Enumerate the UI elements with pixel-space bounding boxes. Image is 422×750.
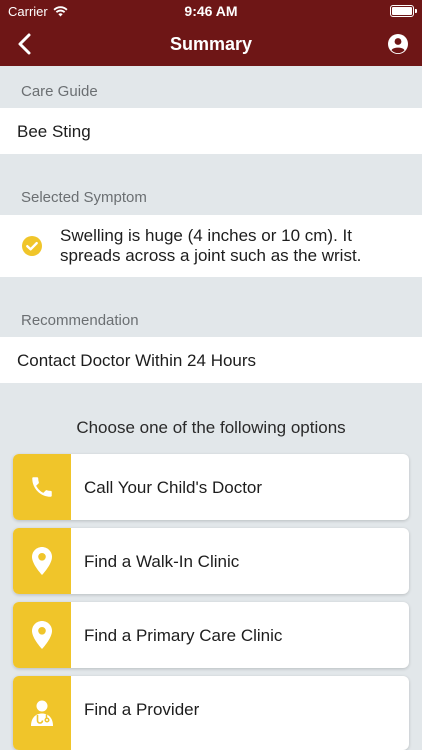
find-provider-button[interactable]: Find a Provider	[13, 676, 409, 750]
recommendation-value: Contact Doctor Within 24 Hours	[17, 351, 257, 370]
recommendation-header: Recommendation	[21, 312, 139, 329]
selected-symptom-row: Swelling is huge (4 inches or 10 cm). It…	[0, 215, 422, 277]
call-doctor-label: Call Your Child's Doctor	[84, 478, 263, 497]
profile-icon[interactable]	[386, 32, 410, 56]
care-guide-value: Bee Sting	[17, 122, 91, 141]
symptom-text-line-2: spreads across a joint such as the wrist…	[60, 246, 362, 265]
options-prompt: Choose one of the following options	[76, 418, 346, 437]
symptom-text-line-1: Swelling is huge (4 inches or 10 cm). It	[60, 226, 352, 245]
page-title: Summary	[169, 34, 253, 54]
check-circle-icon	[22, 236, 42, 256]
nav-bar: Summary	[0, 22, 422, 66]
location-pin-icon	[32, 621, 52, 649]
care-guide-header: Care Guide	[21, 83, 98, 100]
selected-symptom-header: Selected Symptom	[21, 189, 147, 206]
walk-in-clinic-icon-box	[13, 528, 71, 594]
find-primary-care-clinic-button[interactable]: Find a Primary Care Clinic	[13, 602, 409, 668]
find-walk-in-clinic-button[interactable]: Find a Walk-In Clinic	[13, 528, 409, 594]
doctor-icon	[31, 700, 53, 726]
call-doctor-icon-box	[13, 454, 71, 520]
phone-icon	[32, 477, 52, 497]
recommendation-row: Contact Doctor Within 24 Hours	[0, 337, 422, 383]
provider-label: Find a Provider	[84, 700, 200, 719]
battery-icon	[390, 5, 417, 17]
provider-icon-box	[13, 676, 71, 750]
location-pin-icon	[32, 547, 52, 575]
primary-care-icon-box	[13, 602, 71, 668]
call-doctor-button[interactable]: Call Your Child's Doctor	[13, 454, 409, 520]
care-guide-row: Bee Sting	[0, 108, 422, 154]
status-bar: Carrier 9:46 AM	[0, 0, 422, 22]
walk-in-clinic-label: Find a Walk-In Clinic	[84, 552, 240, 571]
status-time: 9:46 AM	[184, 3, 238, 19]
primary-care-clinic-label: Find a Primary Care Clinic	[84, 626, 283, 645]
